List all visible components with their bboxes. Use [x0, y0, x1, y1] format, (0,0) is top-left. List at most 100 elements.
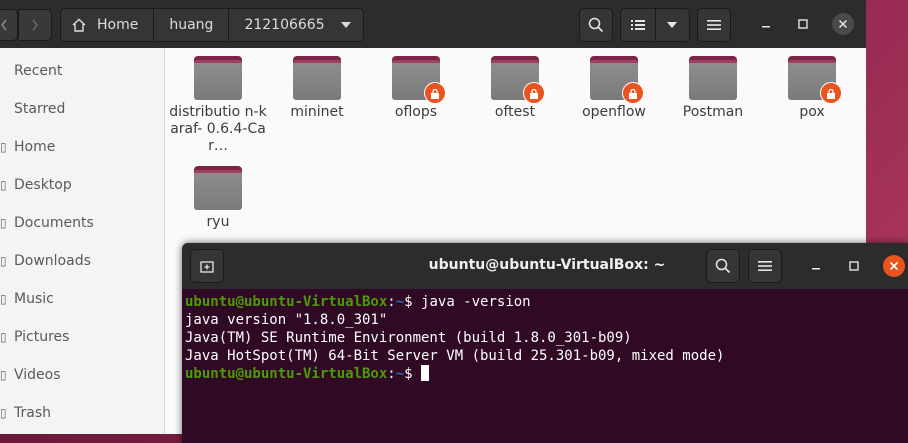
breadcrumb-label: huang	[169, 17, 214, 33]
terminal-output[interactable]: ubuntu@ubuntu-VirtualBox:~$ java -versio…	[182, 289, 908, 383]
terminal-search-button[interactable]	[706, 249, 740, 283]
close-icon	[889, 261, 899, 271]
terminal-close-button[interactable]	[883, 255, 905, 277]
sidebar-item-trash[interactable]: ▯ Trash	[0, 394, 164, 432]
sidebar-item-label: Music	[14, 291, 54, 307]
search-button[interactable]	[579, 8, 613, 42]
text-cursor	[421, 365, 430, 381]
terminal-minimize-button[interactable]	[805, 255, 827, 277]
output-line: java version "1.8.0_301"	[185, 312, 388, 328]
terminal-headerbar: ubuntu@ubuntu-VirtualBox: ~	[182, 243, 908, 289]
folder-label: openflow	[582, 104, 646, 120]
breadcrumb-huang[interactable]: huang	[154, 9, 230, 41]
folder-label: ryu	[206, 214, 230, 230]
sidebar-item-downloads[interactable]: ▯ Downloads	[0, 242, 164, 280]
download-icon: ▯	[0, 254, 7, 268]
sidebar-item-label: Videos	[14, 367, 61, 383]
back-button[interactable]	[0, 9, 18, 41]
breadcrumb-label: Home	[97, 17, 139, 33]
prompt-separator: :	[387, 294, 396, 310]
sidebar-item-pictures[interactable]: ▯ Pictures	[0, 318, 164, 356]
prompt-path: ~	[395, 366, 405, 382]
home-icon: ▯	[0, 140, 7, 154]
picture-icon: ▯	[0, 330, 7, 344]
folder-icon	[392, 56, 446, 104]
folder-icon	[293, 56, 341, 100]
prompt-separator: :	[387, 366, 396, 382]
folder-item[interactable]: pox	[762, 48, 862, 121]
sidebar-item-starred[interactable]: Starred	[0, 90, 164, 128]
list-icon	[630, 20, 645, 30]
breadcrumb-label: 212106665	[244, 17, 325, 33]
list-view-button[interactable]	[621, 9, 656, 41]
folder-item[interactable]: distributio n-karaf- 0.6.4-Car…	[168, 48, 268, 155]
forward-button[interactable]	[18, 9, 52, 41]
lock-icon	[424, 82, 446, 104]
sidebar-item-label: Home	[14, 139, 56, 155]
chevron-right-icon	[32, 19, 38, 31]
search-icon	[588, 17, 604, 33]
desktop-icon: ▯	[0, 178, 7, 192]
terminal-title: ubuntu@ubuntu-VirtualBox: ~	[428, 257, 666, 273]
maximize-button[interactable]	[792, 13, 814, 35]
trash-icon: ▯	[0, 406, 7, 420]
output-line: Java(TM) SE Runtime Environment (build 1…	[185, 330, 632, 346]
folder-item[interactable]: ryu	[168, 158, 268, 231]
breadcrumb-current[interactable]: 212106665	[229, 9, 362, 41]
terminal-maximize-button[interactable]	[843, 255, 865, 277]
minimize-icon	[762, 26, 770, 28]
folder-icon	[194, 56, 242, 100]
view-options[interactable]	[620, 8, 690, 42]
folder-item[interactable]: mininet	[267, 48, 367, 121]
terminal-window: ubuntu@ubuntu-VirtualBox: ~ ubuntu@ubunt…	[182, 243, 908, 443]
sidebar-item-label: Starred	[14, 101, 66, 117]
folder-icon	[590, 56, 644, 104]
music-icon: ▯	[0, 292, 7, 306]
folder-label: Postman	[682, 104, 744, 120]
folder-item[interactable]: oflops	[366, 48, 466, 121]
lock-icon	[622, 82, 644, 104]
menu-button[interactable]	[697, 8, 731, 42]
folder-item[interactable]: Postman	[663, 48, 763, 121]
breadcrumb-home[interactable]: Home	[61, 9, 155, 41]
document-icon: ▯	[0, 216, 7, 230]
maximize-icon	[798, 19, 808, 29]
hamburger-icon	[758, 261, 772, 271]
prompt-user: ubuntu@ubuntu-VirtualBox	[185, 366, 388, 382]
folder-icon	[491, 56, 545, 104]
sidebar-item-videos[interactable]: ▯ Videos	[0, 356, 164, 394]
close-icon	[838, 19, 848, 29]
folder-icon	[788, 56, 842, 104]
folder-label: oftest	[494, 104, 536, 120]
home-icon	[72, 18, 86, 32]
sidebar-item-home[interactable]: ▯ Home	[0, 128, 164, 166]
chevron-left-icon	[1, 19, 7, 31]
lock-icon	[820, 82, 842, 104]
sidebar-item-label: Pictures	[14, 329, 70, 345]
hamburger-icon	[707, 20, 721, 30]
minimize-button[interactable]	[755, 13, 777, 35]
sidebar-item-label: Desktop	[14, 177, 72, 193]
folder-item[interactable]: oftest	[465, 48, 565, 121]
folder-label: mininet	[290, 104, 344, 120]
prompt-user: ubuntu@ubuntu-VirtualBox	[185, 294, 388, 310]
sidebar: Recent Starred ▯ Home ▯ Desktop ▯ Documents ▯ Dow…	[0, 48, 165, 434]
sidebar-item-recent[interactable]: Recent	[0, 52, 164, 90]
video-icon: ▯	[0, 368, 7, 382]
folder-item[interactable]: openflow	[564, 48, 664, 121]
output-line: Java HotSpot(TM) 64-Bit Server VM (build…	[185, 348, 725, 364]
prompt-dollar: $	[404, 294, 422, 310]
sidebar-item-desktop[interactable]: ▯ Desktop	[0, 166, 164, 204]
sidebar-item-label: Recent	[14, 63, 63, 79]
prompt-path: ~	[395, 294, 405, 310]
sidebar-item-documents[interactable]: ▯ Documents	[0, 204, 164, 242]
folder-label: pox	[799, 104, 825, 120]
terminal-menu-button[interactable]	[748, 249, 782, 283]
view-dropdown-button[interactable]	[656, 9, 690, 41]
close-button[interactable]	[832, 13, 854, 35]
sidebar-item-label: Downloads	[14, 253, 91, 269]
minimize-icon	[812, 268, 820, 270]
caret-down-icon	[667, 22, 678, 28]
sidebar-item-label: Documents	[14, 215, 94, 231]
sidebar-item-music[interactable]: ▯ Music	[0, 280, 164, 318]
